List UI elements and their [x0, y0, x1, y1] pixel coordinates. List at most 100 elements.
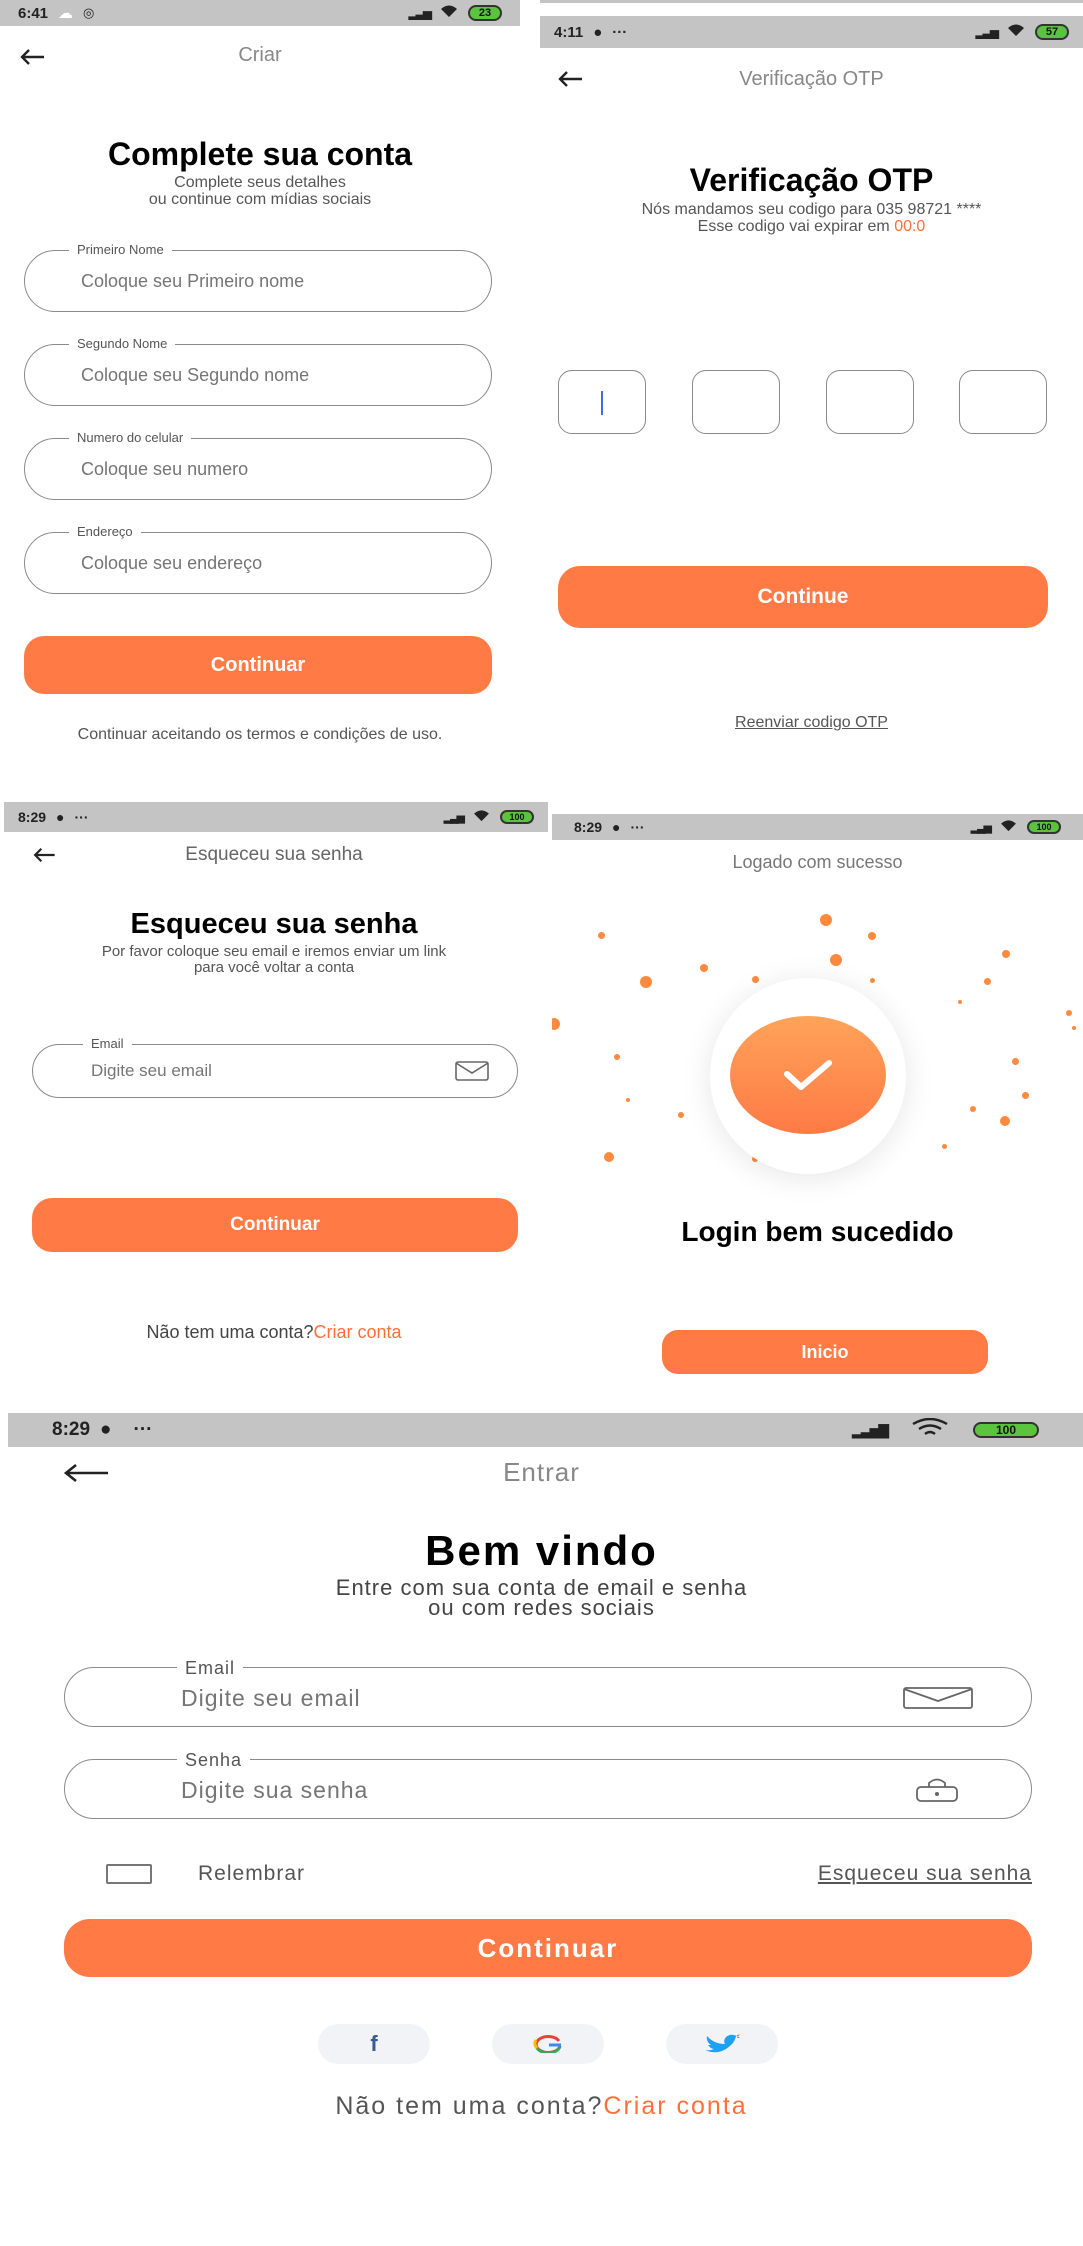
- battery-icon: 23: [468, 5, 502, 21]
- continue-button[interactable]: Continuar: [24, 636, 492, 694]
- no-account-text: Não tem uma conta?: [146, 1322, 314, 1342]
- create-account-link[interactable]: Criar conta: [603, 2092, 747, 2120]
- email-input[interactable]: [91, 1060, 431, 1082]
- address-field[interactable]: Endereço: [24, 524, 492, 594]
- first-name-input[interactable]: [81, 269, 461, 293]
- phone-field[interactable]: Numero do celular: [24, 430, 492, 500]
- field-label: Email: [83, 1036, 132, 1051]
- confetti-dot: [1012, 1058, 1019, 1065]
- signal-icon: ▂▃▅: [443, 811, 465, 824]
- cloud-icon: ☁: [58, 5, 74, 22]
- last-name-input[interactable]: [81, 363, 461, 387]
- lock-icon: [915, 1776, 959, 1807]
- header-title: Entrar: [503, 1457, 580, 1487]
- google-button[interactable]: [492, 2024, 604, 2064]
- signup-prompt: Não tem uma conta?Criar conta: [0, 1322, 548, 1343]
- notification-icon: ◎: [83, 5, 95, 20]
- remember-checkbox[interactable]: [106, 1864, 152, 1884]
- sent-to-text: Nós mandamos seu codigo para 035 98721 *…: [641, 201, 982, 218]
- email-input[interactable]: [181, 1684, 781, 1712]
- status-bar: 8:29 ● ··· ▂▃▅▇ 100: [8, 1413, 1083, 1447]
- field-label: Senha: [177, 1750, 251, 1771]
- confetti-dot: [1002, 950, 1010, 958]
- confetti-dot: [830, 954, 842, 966]
- resend-otp-link[interactable]: Reenviar codigo OTP: [540, 714, 1083, 732]
- confetti-dot: [984, 978, 991, 985]
- otp-digit-2[interactable]: [692, 370, 780, 434]
- success-circle: [730, 1016, 886, 1134]
- mail-icon: [455, 1061, 489, 1086]
- status-bar: 4:11 ● ··· ▂▃▅ 57: [540, 16, 1083, 48]
- success-badge: [710, 978, 906, 1174]
- page-title: Esqueceu sua senha: [130, 908, 418, 940]
- page-title: Complete sua conta: [107, 136, 413, 172]
- email-field[interactable]: Email: [32, 1036, 518, 1098]
- field-label: Segundo Nome: [69, 336, 176, 351]
- header-title: Verificação OTP: [739, 68, 884, 90]
- expire-text: Esse codigo vai expirar em 00:0: [540, 218, 1083, 236]
- status-time: 8:29: [574, 819, 603, 835]
- more-icon: ···: [630, 819, 645, 835]
- home-button[interactable]: Inicio: [662, 1330, 988, 1374]
- mail-icon: [903, 1687, 973, 1714]
- confetti-dot: [678, 1112, 684, 1118]
- login-success-screen: 8:29 ● ··· ▂▃▅ 100 Logado com sucesso Lo…: [552, 800, 1083, 1400]
- create-account-screen: 6:41 ☁ ◎ ▂▃▅ 23 Criar Complete sua conta…: [0, 0, 520, 790]
- twitter-button[interactable]: [666, 2024, 778, 2064]
- welcome-line-2: ou com redes sociais: [428, 1595, 655, 1620]
- battery-icon: 100: [1027, 820, 1061, 834]
- otp-digit-3[interactable]: [826, 370, 914, 434]
- signup-prompt: Não tem uma conta?Criar conta: [0, 2092, 1083, 2121]
- signal-icon: ▂▃▅: [408, 6, 432, 20]
- page-title: Bem vindo: [425, 1527, 658, 1574]
- facebook-button[interactable]: f: [318, 2024, 430, 2064]
- field-label: Primeiro Nome: [69, 242, 172, 257]
- header-title: Criar: [238, 44, 282, 66]
- password-input[interactable]: [181, 1776, 781, 1804]
- first-name-field[interactable]: Primeiro Nome: [24, 242, 492, 312]
- status-time: 8:29: [18, 809, 47, 825]
- otp-digit-1[interactable]: [558, 370, 646, 434]
- notification-icon: ●: [56, 809, 65, 825]
- more-icon: ···: [74, 809, 89, 825]
- wifi-icon: [1000, 819, 1017, 835]
- confetti-dot: [598, 932, 605, 939]
- status-bar: 6:41 ☁ ◎ ▂▃▅ 23: [0, 0, 520, 26]
- battery-icon: 100: [500, 810, 534, 824]
- top-divider: [540, 0, 1083, 3]
- status-time: 4:11: [554, 23, 584, 41]
- instruction-line-1: Por favor coloque seu email e iremos env…: [101, 943, 447, 960]
- phone-input[interactable]: [81, 457, 461, 481]
- wifi-icon: [911, 1417, 949, 1442]
- last-name-field[interactable]: Segundo Nome: [24, 336, 492, 406]
- confetti-dot: [942, 1144, 947, 1149]
- confetti-dot: [870, 978, 875, 983]
- confetti-dot: [958, 1000, 962, 1004]
- confetti-dot: [868, 932, 876, 940]
- forgot-password-link[interactable]: Esqueceu sua senha: [818, 1862, 1032, 1886]
- remember-label: Relembrar: [198, 1862, 306, 1885]
- email-field[interactable]: Email: [64, 1658, 1032, 1727]
- otp-screen: 4:11 ● ··· ▂▃▅ 57 Verificação OTP Verifi…: [540, 0, 1083, 790]
- success-title: Login bem sucedido: [681, 1216, 954, 1247]
- wifi-icon: [473, 809, 490, 825]
- signal-icon: ▂▃▅▇: [851, 1421, 889, 1438]
- page-title: Verificação OTP: [689, 162, 934, 198]
- password-field[interactable]: Senha: [64, 1750, 1032, 1819]
- address-input[interactable]: [81, 551, 461, 575]
- create-account-link[interactable]: Criar conta: [314, 1322, 402, 1342]
- continue-button[interactable]: Continuar: [64, 1919, 1032, 1977]
- confetti-dot: [626, 1098, 630, 1102]
- confetti-dot: [640, 976, 652, 988]
- header-title: Esqueceu sua senha: [185, 844, 363, 865]
- continue-button[interactable]: Continue: [558, 566, 1048, 628]
- facebook-icon: f: [370, 2031, 378, 2056]
- header-title: Logado com sucesso: [732, 852, 903, 872]
- signal-icon: ▂▃▅: [975, 25, 999, 39]
- notification-icon: ●: [100, 1419, 112, 1440]
- wifi-icon: [440, 4, 458, 22]
- confetti-dot: [752, 976, 759, 983]
- expire-label: Esse codigo vai expirar em: [697, 218, 895, 235]
- continue-button[interactable]: Continuar: [32, 1198, 518, 1252]
- otp-digit-4[interactable]: [959, 370, 1047, 434]
